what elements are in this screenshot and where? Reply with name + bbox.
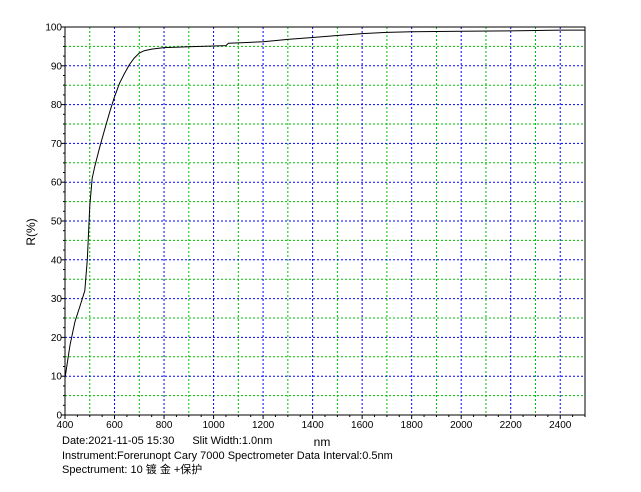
- x-tick-label-600: 600: [106, 420, 123, 431]
- x-tick-label-1000: 1000: [202, 420, 225, 431]
- info-date-line: Date:2021-11-05 15:30 Slit Width:1.0nm: [62, 434, 272, 448]
- x-tick-label-1600: 1600: [351, 420, 374, 431]
- y-tick-label-90: 90: [51, 61, 63, 72]
- y-tick-label-30: 30: [51, 294, 63, 305]
- info-date: Date:2021-11-05 15:30: [62, 435, 175, 447]
- x-tick-label-2000: 2000: [450, 420, 473, 431]
- y-tick-label-20: 20: [51, 333, 63, 344]
- reflectance-series-line: [64, 29, 585, 379]
- x-tick-label-2400: 2400: [549, 420, 572, 431]
- reflectance-chart: 400 600 800 1000 1200 1400 1600 1800 2000 2200 240…: [24, 23, 586, 449]
- y-tick-label-10: 10: [51, 372, 63, 383]
- y-tick-label-100: 100: [45, 23, 62, 34]
- y-tick-label-70: 70: [51, 139, 63, 150]
- x-tick-label-2200: 2200: [500, 420, 523, 431]
- y-tick-label-40: 40: [51, 255, 63, 266]
- y-tick-labels: 0 10 20 30 40 50 60 70 80 90 100: [45, 23, 62, 422]
- info-instrument: Instrument:Forerunopt Cary 7000 Spectrom…: [62, 450, 393, 462]
- x-tick-label-800: 800: [156, 420, 173, 431]
- x-axis-label: nm: [314, 435, 331, 449]
- x-tick-label-400: 400: [57, 420, 74, 431]
- y-tick-label-80: 80: [51, 100, 63, 111]
- y-axis-label: R(%): [24, 218, 38, 245]
- y-tick-label-0: 0: [56, 411, 62, 422]
- y-tick-label-60: 60: [51, 178, 63, 189]
- info-slit-width: Slit Width:1.0nm: [192, 435, 273, 447]
- info-spectrum: Spectrument: 10 镀 金 +保护: [62, 464, 203, 476]
- y-tick-label-50: 50: [51, 217, 63, 228]
- x-tick-label-1400: 1400: [301, 420, 324, 431]
- x-tick-label-1200: 1200: [252, 420, 275, 431]
- x-tick-labels: 400 600 800 1000 1200 1400 1600 1800 2000 2200 240…: [57, 420, 572, 431]
- x-tick-label-1800: 1800: [401, 420, 424, 431]
